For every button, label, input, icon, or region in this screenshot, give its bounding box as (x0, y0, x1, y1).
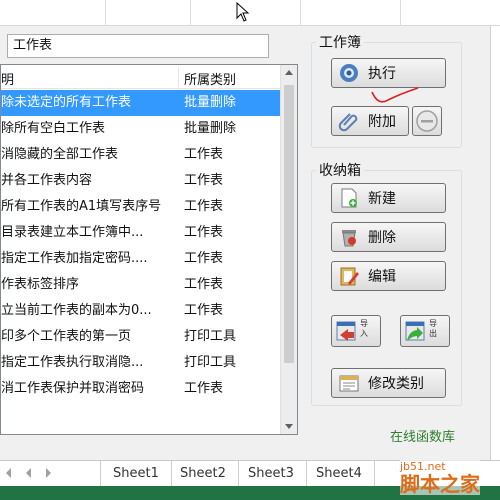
edit-clipboard-icon (340, 267, 359, 286)
watermark-name: 脚本之家 (400, 472, 480, 496)
header-divider (178, 67, 179, 87)
attach-label: 附加 (368, 114, 396, 130)
new-button[interactable]: 新建 (331, 183, 446, 213)
import-icon (336, 321, 356, 341)
mouse-cursor-icon (236, 2, 250, 22)
gear-run-icon (340, 64, 358, 82)
list-item[interactable]: 印多个工作表的第一页 打印工具 (1, 324, 281, 350)
delete-button[interactable]: 删除 (331, 222, 446, 252)
list-item[interactable]: 立当前工作表的副本为0... 工作表 (1, 298, 281, 324)
list-scrollbar[interactable] (280, 65, 297, 434)
column-divider (300, 0, 301, 26)
search-input[interactable]: 工作表 (7, 34, 269, 58)
modify-category-label: 修改类别 (368, 376, 424, 392)
list-item[interactable]: 所有工作表的A1填写表序号 工作表 (1, 194, 281, 220)
edit-button[interactable]: 编辑 (331, 261, 446, 291)
list-item[interactable]: 除所有空白工作表 批量删除 (1, 116, 281, 142)
paperclip-icon (338, 113, 358, 132)
spreadsheet-right-edge (490, 26, 500, 460)
tab-sheet1[interactable]: Sheet1 (100, 461, 172, 487)
code-library-dialog: 工作表 明 所属类别 除未选定的所有工作表 批量删除 除所有空白工作表 批量删除 消… (0, 26, 490, 454)
tab-scroll-left-icon[interactable] (6, 468, 11, 478)
tab-sheet4[interactable]: Sheet4 (304, 461, 375, 487)
list-item[interactable]: 指定工作表加指定密码.... 工作表 (1, 246, 281, 272)
column-divider (105, 0, 106, 26)
import-label: 导入 (360, 319, 368, 338)
storage-group-title: 收纳箱 (316, 160, 364, 180)
execute-button[interactable]: 执行 (331, 58, 446, 88)
modify-category-button[interactable]: 修改类别 (331, 368, 446, 398)
tab-sheet3[interactable]: Sheet3 (236, 461, 307, 487)
category-icon (339, 375, 359, 392)
export-label: 导出 (429, 319, 437, 338)
tab-scroll-right-icon[interactable] (46, 468, 51, 478)
export-icon (405, 321, 425, 341)
list-item[interactable]: 消隐藏的全部工作表 工作表 (1, 142, 281, 168)
trash-icon (342, 230, 356, 247)
delete-label: 删除 (368, 230, 396, 246)
red-annotation-mark (371, 87, 419, 103)
list-item[interactable]: 指定工作表执行取消隐... 打印工具 (1, 350, 281, 376)
import-button[interactable]: 导入 (331, 315, 381, 347)
scroll-thumb[interactable] (284, 85, 294, 363)
remove-button[interactable] (412, 106, 442, 136)
edit-label: 编辑 (368, 269, 396, 285)
list-item[interactable]: 除未选定的所有工作表 批量删除 (1, 90, 281, 116)
list-item[interactable]: 并各工作表内容 工作表 (1, 168, 281, 194)
execute-label: 执行 (368, 66, 396, 82)
export-button[interactable]: 导出 (400, 315, 450, 347)
column-divider (190, 0, 191, 26)
site-watermark: jb51.net 脚本之家 (400, 460, 480, 495)
tab-sheet2[interactable]: Sheet2 (168, 461, 239, 487)
list-item[interactable]: 消工作表保护并取消密码 工作表 (1, 376, 281, 402)
column-header-name[interactable]: 明 (1, 69, 14, 88)
column-divider (400, 0, 401, 26)
tab-scroll-left-icon[interactable] (26, 468, 31, 478)
new-label: 新建 (368, 191, 396, 207)
column-header-category[interactable]: 所属类别 (184, 69, 236, 88)
minus-circle-icon (416, 110, 438, 132)
list-header: 明 所属类别 (1, 65, 281, 89)
attach-button[interactable]: 附加 (331, 106, 409, 136)
new-document-icon (341, 188, 357, 208)
code-list[interactable]: 明 所属类别 除未选定的所有工作表 批量删除 除所有空白工作表 批量删除 消隐藏的全… (0, 64, 298, 435)
scroll-down-arrow-icon[interactable] (285, 424, 293, 429)
list-item[interactable]: 作表标签排序 工作表 (1, 272, 281, 298)
online-library-link[interactable]: 在线函数库 (390, 426, 455, 445)
scroll-up-arrow-icon[interactable] (285, 70, 293, 75)
spreadsheet-top-strip (0, 0, 500, 26)
workbook-group-title: 工作簿 (316, 32, 364, 52)
list-item[interactable]: 目录表建立本工作簿中... 工作表 (1, 220, 281, 246)
